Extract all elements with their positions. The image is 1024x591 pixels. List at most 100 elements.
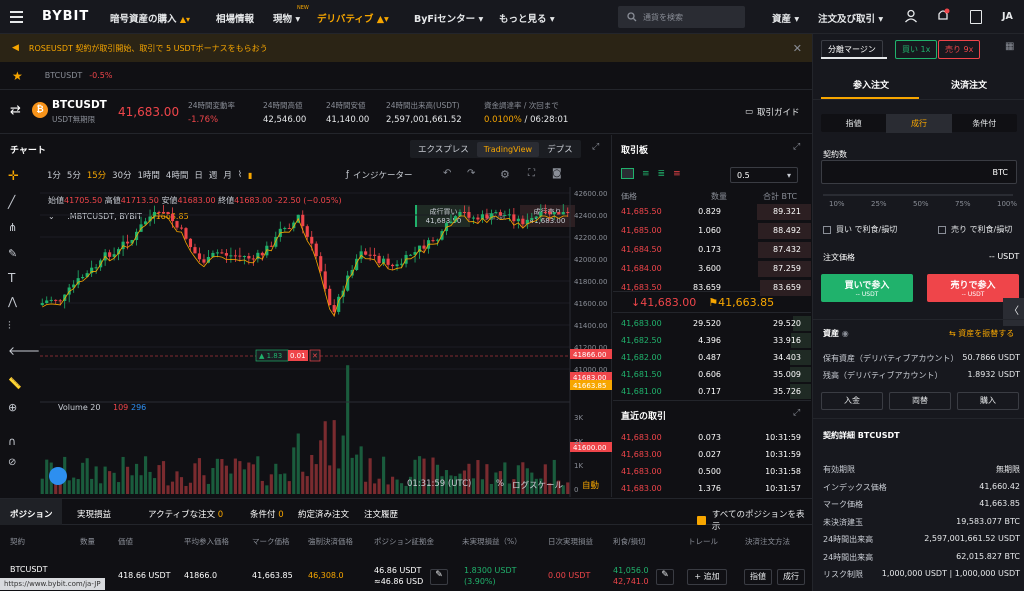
switch-icon[interactable]: ⇄ (10, 103, 21, 118)
interval-2[interactable]: 15分 (87, 169, 106, 181)
book-bids-icon[interactable]: ≡ (642, 169, 650, 179)
add-trailing-button[interactable]: + 追加 (687, 569, 727, 585)
ruler-icon[interactable]: 📏 (8, 377, 36, 401)
arrow-left-icon[interactable]: 🡐 (8, 343, 40, 377)
tab-close-order[interactable]: 決済注文 (951, 78, 987, 91)
ask-row[interactable]: 41,685.50 0.829 89.321 (613, 203, 811, 221)
book-both-icon[interactable] (621, 168, 634, 179)
qty-input[interactable]: BTC (821, 160, 1017, 184)
tab-conditional[interactable]: 条件付 0 (250, 508, 284, 520)
price-step-select[interactable]: 0.5 ▾ (730, 167, 798, 183)
expand-icon[interactable]: ⤢ (592, 142, 599, 152)
search-input[interactable]: 通貨を検索 (618, 6, 745, 28)
menu-icon[interactable] (10, 10, 23, 23)
slider-mark[interactable]: 100% (997, 200, 1017, 208)
slider-mark[interactable]: 10% (829, 200, 845, 208)
nav-item-markets[interactable]: 相場情報 (216, 11, 254, 25)
type-market[interactable]: 成行 (886, 113, 952, 133)
interval-7[interactable]: 週 (209, 169, 218, 181)
nav-item-more[interactable]: もっと見る ▾ (499, 11, 555, 25)
percent-toggle[interactable]: % (496, 479, 504, 489)
pitchfork-icon[interactable]: ⋔ (8, 221, 36, 247)
bid-row[interactable]: 41,682.50 4.396 33.916 (613, 332, 811, 350)
undo-icon[interactable]: ↶ (443, 168, 451, 179)
eye-icon[interactable]: ◉ (842, 329, 849, 338)
interval-5[interactable]: 4時間 (166, 169, 188, 181)
ask-row[interactable]: 41,685.00 1.060 88.492 (613, 222, 811, 240)
log-toggle[interactable]: ログスケール (512, 479, 563, 491)
trading-guide-link[interactable]: ▭ 取引ガイド (745, 106, 800, 118)
view-tradingview[interactable]: TradingView (476, 141, 540, 157)
book-asks-icon[interactable]: ≣ (658, 169, 666, 179)
interval-8[interactable]: 月 (223, 169, 232, 181)
logo[interactable]: BYBIT (42, 9, 89, 24)
brush-icon[interactable]: ✎ (8, 247, 36, 271)
chart-type-icon[interactable]: ⌇ (238, 170, 242, 180)
slider-mark[interactable]: 50% (913, 200, 929, 208)
nav-item-spot[interactable]: 現物 ▾ (273, 11, 300, 25)
percent-slider[interactable]: 10% 25% 50% 75% 100% (821, 191, 1017, 211)
bid-row[interactable]: 41,681.00 0.717 35.726 (613, 383, 811, 401)
crosshair-icon[interactable]: ✛ (8, 169, 36, 195)
nav-orders[interactable]: 注文及び取引 ▾ (818, 11, 883, 25)
grid-icon[interactable] (970, 10, 982, 24)
indicator-button[interactable]: ƒ インジケーター (346, 169, 413, 181)
interval-1[interactable]: 5分 (67, 169, 81, 181)
settings-icon[interactable]: ⚙ (500, 168, 510, 181)
trendline-icon[interactable]: ╱ (8, 195, 36, 221)
measure-icon[interactable]: ⫶ (8, 319, 36, 343)
interval-3[interactable]: 30分 (112, 169, 131, 181)
nav-item-byfi[interactable]: ByFiセンター ▾ (414, 11, 483, 25)
bid-row[interactable]: 41,681.50 0.606 35.009 (613, 366, 811, 384)
ask-row[interactable]: 41,684.50 0.173 87.432 (613, 241, 811, 259)
type-conditional[interactable]: 条件付 (952, 118, 1017, 129)
bid-row[interactable]: 41,683.00 29.520 29.520 (613, 315, 811, 333)
expand-icon[interactable]: ⤢ (793, 142, 800, 152)
show-all-checkbox[interactable]: すべてのポジションを表示 (697, 508, 812, 532)
bid-row[interactable]: 41,682.00 0.487 34.403 (613, 349, 811, 367)
tab-open-order[interactable]: 参入注文 (853, 78, 889, 91)
expand-icon[interactable]: ⤢ (793, 408, 800, 418)
ask-row[interactable]: 41,684.00 3.600 87.259 (613, 260, 811, 278)
tab-filled-orders[interactable]: 約定済み注文 (298, 508, 349, 520)
banner-text[interactable]: ROSEUSDT 契約が取引開始、取引で 5 USDTボーナスをもらおう (29, 43, 268, 54)
buy-button[interactable]: 買いで参入 -- USDT (821, 274, 913, 302)
favorite-symbol[interactable]: BTCUSDT (45, 71, 82, 80)
fullscreen-icon[interactable]: ⛶ (528, 168, 535, 179)
tab-active-orders[interactable]: アクティブな注文 0 (148, 508, 223, 520)
candle-type-icon[interactable]: ▮ (248, 171, 252, 180)
edit-margin-icon[interactable]: ✎ (430, 569, 448, 585)
close-market-button[interactable]: 成行 (777, 569, 805, 585)
ask-row[interactable]: 41,683.50 83.659 83.659 (613, 279, 811, 297)
edit-tpsl-icon[interactable]: ✎ (656, 569, 674, 585)
calculator-icon[interactable]: ▦ (1005, 41, 1014, 52)
collapse-panel-button[interactable]: 〈 (1003, 298, 1024, 326)
slider-mark[interactable]: 75% (955, 200, 971, 208)
deposit-button[interactable]: 入金 (821, 392, 883, 410)
convert-button[interactable]: 両替 (889, 392, 951, 410)
interval-6[interactable]: 日 (194, 169, 203, 181)
magnet-icon[interactable]: ∩ (8, 435, 36, 457)
text-icon[interactable]: T (8, 271, 36, 295)
star-icon[interactable]: ★ (12, 69, 23, 83)
tp-sell-checkbox[interactable]: 売り で利食/損切 (938, 224, 1012, 235)
interval-0[interactable]: 1分 (47, 169, 61, 181)
slider-mark[interactable]: 25% (871, 200, 887, 208)
buy-crypto-button[interactable]: 購入 (957, 392, 1019, 410)
close-icon[interactable]: ✕ (793, 42, 802, 55)
buy-leverage-button[interactable]: 買い 1x (895, 40, 938, 59)
zoom-icon[interactable]: ⊕ (8, 401, 36, 435)
sell-leverage-button[interactable]: 売り 9x (938, 40, 981, 59)
bell-icon[interactable] (936, 8, 950, 24)
redo-icon[interactable]: ↷ (467, 168, 475, 179)
interval-4[interactable]: 1時間 (138, 169, 160, 181)
language-selector[interactable]: JA (1002, 11, 1013, 22)
tab-realized-pnl[interactable]: 実現損益 (77, 508, 111, 520)
nav-assets[interactable]: 資産 ▾ (772, 11, 799, 25)
user-icon[interactable] (904, 9, 918, 23)
transfer-link[interactable]: ⇆ 資産を振替する (949, 328, 1014, 339)
tab-order-history[interactable]: 注文履歴 (364, 508, 398, 520)
nav-item-derivatives[interactable]: デリバティブ ▲▾ (317, 11, 389, 25)
pattern-icon[interactable]: ⋀ (8, 295, 36, 319)
book-red-icon[interactable]: ≡ (673, 169, 681, 179)
